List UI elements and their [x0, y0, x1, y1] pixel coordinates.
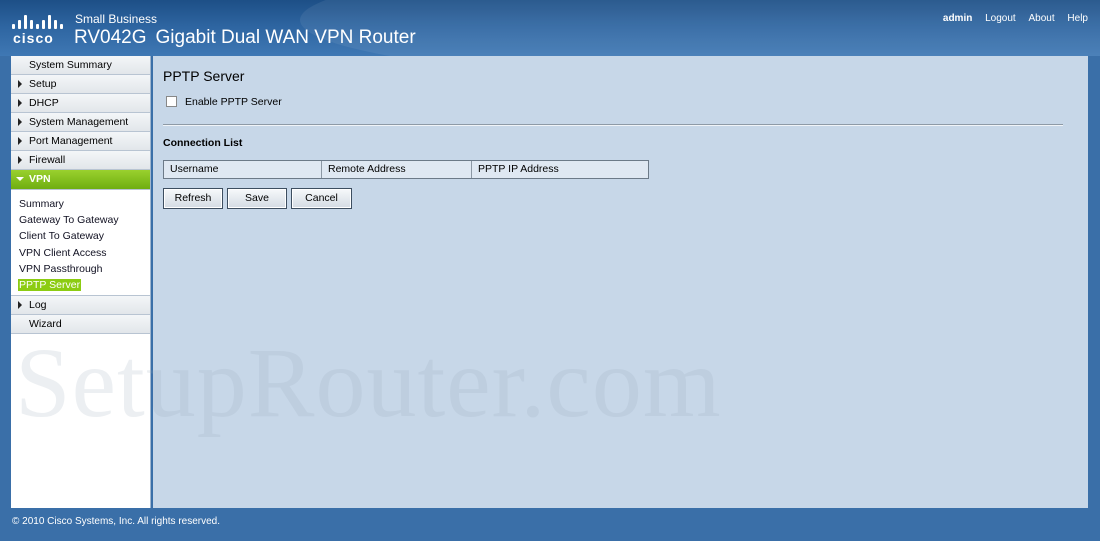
submenu-label: VPN Passthrough	[19, 262, 103, 275]
enable-pptp-checkbox[interactable]	[166, 96, 177, 107]
submenu-label: Summary	[19, 198, 64, 210]
cisco-logo: cisco	[12, 15, 64, 46]
cisco-bars-icon	[12, 15, 64, 29]
submenu-label: VPN Client Access	[19, 246, 107, 259]
help-link[interactable]: Help	[1067, 13, 1088, 24]
submenu-item-gateway-to-gateway[interactable]: Gateway To Gateway	[11, 212, 150, 228]
sidebar-item-label: Firewall	[29, 154, 66, 166]
chevron-right-icon	[18, 99, 22, 107]
submenu-item-summary[interactable]: Summary	[11, 196, 150, 212]
page-title: PPTP Server	[163, 68, 245, 84]
sidebar-item-wizard[interactable]: Wizard	[11, 315, 150, 335]
action-buttons: Refresh Save Cancel	[163, 188, 352, 209]
sidebar-item-label: VPN	[29, 173, 51, 185]
chevron-right-icon	[18, 118, 22, 126]
product-title: RV042G Gigabit Dual WAN VPN Router	[74, 27, 416, 49]
sidebar-item-vpn[interactable]: VPN	[11, 170, 150, 190]
column-header-remote-address: Remote Address	[322, 161, 472, 178]
user-link[interactable]: admin	[943, 13, 972, 24]
enable-pptp-row: Enable PPTP Server	[166, 96, 282, 108]
submenu-label: PPTP Server	[18, 278, 82, 291]
column-header-pptp-ip-address: PPTP IP Address	[478, 163, 559, 175]
chevron-right-icon	[18, 156, 22, 164]
save-button[interactable]: Save	[227, 188, 287, 209]
sidebar-item-label: Log	[29, 299, 47, 312]
submenu-item-vpn-client-access[interactable]: VPN Client Access	[11, 245, 150, 261]
sidebar-item-label: DHCP	[29, 97, 59, 109]
sidebar-item-label: System Summary	[29, 59, 112, 71]
connection-list-heading: Connection List	[163, 137, 243, 149]
sidebar-item-log[interactable]: Log	[11, 296, 150, 316]
submenu-item-pptp-server[interactable]: PPTP Server	[11, 277, 150, 293]
sidebar-item-firewall[interactable]: Firewall	[11, 151, 150, 170]
about-link[interactable]: About	[1029, 13, 1055, 24]
submenu-label: Client To Gateway	[19, 230, 105, 243]
vpn-submenu: Summary Gateway To Gateway Client To Gat…	[11, 190, 150, 297]
brand-small-business: Small Business	[75, 12, 158, 26]
sidebar-item-dhcp[interactable]: DHCP	[11, 94, 150, 113]
sidebar-item-port-management[interactable]: Port Management	[11, 132, 150, 151]
top-links: admin Logout About Help	[933, 13, 1088, 24]
sidebar-item-label: Setup	[29, 78, 57, 90]
column-header-username: Username	[164, 161, 322, 178]
sidebar-item-label: Port Management	[29, 135, 113, 147]
chevron-right-icon	[18, 80, 22, 88]
logout-link[interactable]: Logout	[985, 13, 1016, 24]
submenu-item-client-to-gateway[interactable]: Client To Gateway	[11, 228, 150, 244]
cancel-button[interactable]: Cancel	[291, 188, 352, 209]
header-bar: cisco Small Business RV042G Gigabit Dual …	[0, 0, 1100, 56]
sidebar-item-setup[interactable]: Setup	[11, 75, 150, 94]
model-name: RV042G	[74, 27, 147, 48]
chevron-right-icon	[18, 137, 22, 145]
sidebar-nav: System Summary Setup DHCP System Managem…	[11, 56, 151, 508]
refresh-button[interactable]: Refresh	[163, 188, 223, 209]
sidebar-item-system-management[interactable]: System Management	[11, 113, 150, 132]
sidebar-item-system-summary[interactable]: System Summary	[11, 56, 150, 75]
submenu-item-vpn-passthrough[interactable]: VPN Passthrough	[11, 261, 150, 277]
product-name: Gigabit Dual WAN VPN Router	[155, 27, 416, 48]
enable-pptp-label: Enable PPTP Server	[185, 96, 282, 108]
sidebar-item-label: Wizard	[29, 318, 62, 331]
header-swoosh	[300, 0, 1100, 56]
chevron-right-icon	[18, 301, 22, 310]
main-content: PPTP Server Enable PPTP Server Connectio…	[153, 56, 1088, 508]
submenu-label: Gateway To Gateway	[19, 214, 119, 227]
connection-list-table: Username Remote Address PPTP IP Address	[163, 160, 649, 179]
footer-copyright: © 2010 Cisco Systems, Inc. All rights re…	[12, 516, 221, 527]
cisco-wordmark: cisco	[13, 30, 54, 46]
section-divider	[163, 124, 1063, 126]
chevron-down-icon	[16, 177, 24, 181]
sidebar-item-label: System Management	[29, 116, 129, 128]
